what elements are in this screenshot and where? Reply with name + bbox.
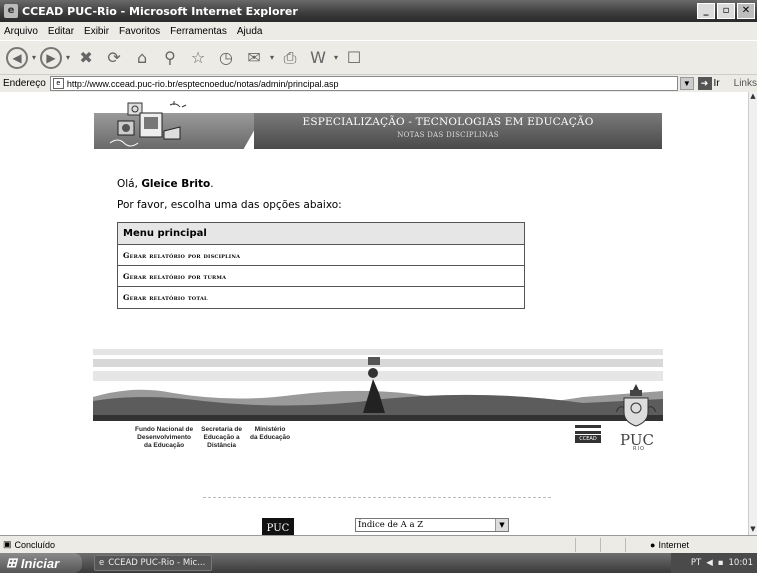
address-url: http://www.ccead.puc-rio.br/esptecnoeduc…: [66, 78, 339, 89]
taskbar: ⊞ Iniciar e CCEAD PUC-Rio - Mic... PT ◀ …: [0, 553, 757, 573]
menu-exibir[interactable]: Exibir: [84, 26, 109, 37]
status-page-icon: ▣: [3, 539, 12, 549]
status-bar: ▣ Concluído ● Internet: [0, 535, 757, 553]
network-icon[interactable]: ▪: [718, 558, 724, 568]
menu-ferramentas[interactable]: Ferramentas: [170, 26, 227, 37]
menu-ajuda[interactable]: Ajuda: [237, 26, 263, 37]
menu-item-label[interactable]: Gerar relatório total: [123, 293, 208, 302]
task-label: CCEAD PUC-Rio - Mic...: [108, 558, 206, 568]
scroll-down-icon[interactable]: ▼: [749, 525, 757, 535]
menu-item-report-class[interactable]: Gerar relatório por turma: [118, 266, 524, 287]
menu-item-report-total[interactable]: Gerar relatório total: [118, 287, 524, 308]
language-indicator[interactable]: PT: [691, 558, 701, 568]
ccead-bars-icon: [575, 425, 601, 434]
index-select[interactable]: Índice de A a Z ▼: [355, 518, 509, 532]
mail-dropdown-icon[interactable]: ▾: [270, 53, 274, 62]
forward-icon[interactable]: ▶: [40, 46, 63, 69]
ie-icon: e: [4, 4, 18, 18]
menu-header: Menu principal: [118, 223, 524, 245]
partner-seed: Secretaria de Educação a Distância: [201, 426, 242, 449]
address-label: Endereço: [3, 78, 46, 89]
minimize-button[interactable]: _: [697, 3, 715, 19]
mail-icon[interactable]: ✉: [242, 46, 266, 70]
home-icon[interactable]: ⌂: [130, 46, 154, 70]
history-icon[interactable]: ◷: [214, 46, 238, 70]
scroll-up-icon[interactable]: ▲: [749, 92, 757, 102]
greeting: Olá, Gleice Brito.: [117, 178, 214, 190]
banner-title: ESPECIALIZAÇÃO - TECNOLOGIAS EM EDUCAÇÃO: [302, 116, 594, 128]
partner-mec: Ministério da Educação: [250, 426, 291, 441]
start-button[interactable]: ⊞ Iniciar: [0, 553, 82, 573]
menu-arquivo[interactable]: Arquivo: [4, 26, 38, 37]
chevron-down-icon[interactable]: ▼: [495, 519, 508, 531]
address-input[interactable]: e http://www.ccead.puc-rio.br/esptecnoed…: [49, 76, 679, 91]
toolbar: ◀ ▾ ▶ ▾ ✖ ⟳ ⌂ ⚲ ☆ ◷ ✉ ▾ ⎙ W ▾ ☐: [0, 40, 757, 74]
go-label: Ir: [713, 78, 720, 89]
start-label: Iniciar: [20, 555, 60, 571]
status-text: Concluído: [14, 539, 56, 550]
menu-item-report-discipline[interactable]: Gerar relatório por disciplina: [118, 245, 524, 266]
status-separator: [575, 538, 576, 552]
status-separator: [625, 538, 626, 552]
menu-editar[interactable]: Editar: [48, 26, 74, 37]
taskbar-item-browser[interactable]: e CCEAD PUC-Rio - Mic...: [94, 555, 212, 571]
partner-fnde: Fundo Nacional de Desenvolvimento da Educa…: [135, 426, 194, 449]
footer-illustration: [93, 349, 663, 421]
window-title: CCEAD PUC-Rio - Microsoft Internet Explo…: [22, 4, 298, 18]
greeting-prefix: Olá,: [117, 178, 138, 190]
title-bar: e CCEAD PUC-Rio - Microsoft Internet Exp…: [0, 0, 757, 22]
go-arrow-icon: ➜: [697, 77, 712, 90]
tray-arrow-icon[interactable]: ◀: [706, 558, 713, 568]
ccead-label: CCEAD: [575, 435, 601, 443]
instruction-text: Por favor, escolha uma das opções abaixo…: [117, 199, 342, 211]
header-banner: ESPECIALIZAÇÃO - TECNOLOGIAS EM EDUCAÇÃO…: [94, 101, 662, 155]
puc-crest-icon: [615, 384, 657, 427]
status-separator: [600, 538, 601, 552]
menu-item-label[interactable]: Gerar relatório por disciplina: [123, 251, 240, 260]
address-dropdown-icon[interactable]: ▼: [680, 77, 694, 90]
discuss-icon[interactable]: ☐: [342, 46, 366, 70]
puc-logo-subtext: RIO: [633, 446, 645, 452]
go-button[interactable]: ➜ Ir: [697, 77, 720, 90]
search-icon[interactable]: ⚲: [158, 46, 182, 70]
index-select-value: Índice de A a Z: [358, 520, 424, 530]
menu-favoritos[interactable]: Favoritos: [119, 26, 160, 37]
refresh-icon[interactable]: ⟳: [102, 46, 126, 70]
maximize-button[interactable]: ▫: [717, 3, 735, 19]
back-dropdown-icon[interactable]: ▾: [32, 53, 36, 62]
favorites-icon[interactable]: ☆: [186, 46, 210, 70]
globe-icon: ●: [650, 539, 656, 550]
menu-item-label[interactable]: Gerar relatório por turma: [123, 272, 226, 281]
window-controls: _ ▫ ✕: [697, 3, 755, 19]
back-icon[interactable]: ◀: [6, 46, 28, 69]
ie-icon: e: [99, 558, 105, 568]
greeting-suffix: .: [210, 178, 214, 190]
zone-label: Internet: [658, 539, 689, 550]
puc-footer-logo[interactable]: PUC: [262, 518, 294, 535]
page-icon: e: [52, 78, 64, 89]
stop-icon[interactable]: ✖: [74, 46, 98, 70]
menu-bar: Arquivo Editar Exibir Favoritos Ferramen…: [0, 22, 757, 40]
clock: 10:01: [728, 558, 754, 568]
ccead-logo: CCEAD: [575, 425, 601, 445]
footer-divider: [203, 497, 551, 498]
windows-logo-icon: ⊞: [6, 555, 17, 570]
partner-logos: Fundo Nacional de Desenvolvimento da Educa…: [135, 426, 290, 450]
word-icon[interactable]: W: [306, 46, 330, 70]
close-button[interactable]: ✕: [737, 3, 755, 19]
security-zone: ● Internet: [650, 540, 689, 550]
print-icon[interactable]: ⎙: [278, 46, 302, 70]
user-name: Gleice Brito: [141, 178, 211, 190]
banner-subtitle: NOTAS DAS DISCIPLINAS: [397, 131, 499, 139]
links-button[interactable]: Links: [734, 78, 757, 89]
main-menu: Menu principal Gerar relatório por disci…: [117, 222, 525, 309]
page-content: ESPECIALIZAÇÃO - TECNOLOGIAS EM EDUCAÇÃO…: [0, 92, 748, 535]
vertical-scrollbar[interactable]: ▲ ▼: [748, 92, 757, 535]
forward-dropdown-icon[interactable]: ▾: [66, 53, 70, 62]
address-bar: Endereço e http://www.ccead.puc-rio.br/e…: [0, 74, 757, 92]
system-tray: PT ◀ ▪ 10:01: [671, 553, 757, 573]
word-dropdown-icon[interactable]: ▾: [334, 53, 338, 62]
